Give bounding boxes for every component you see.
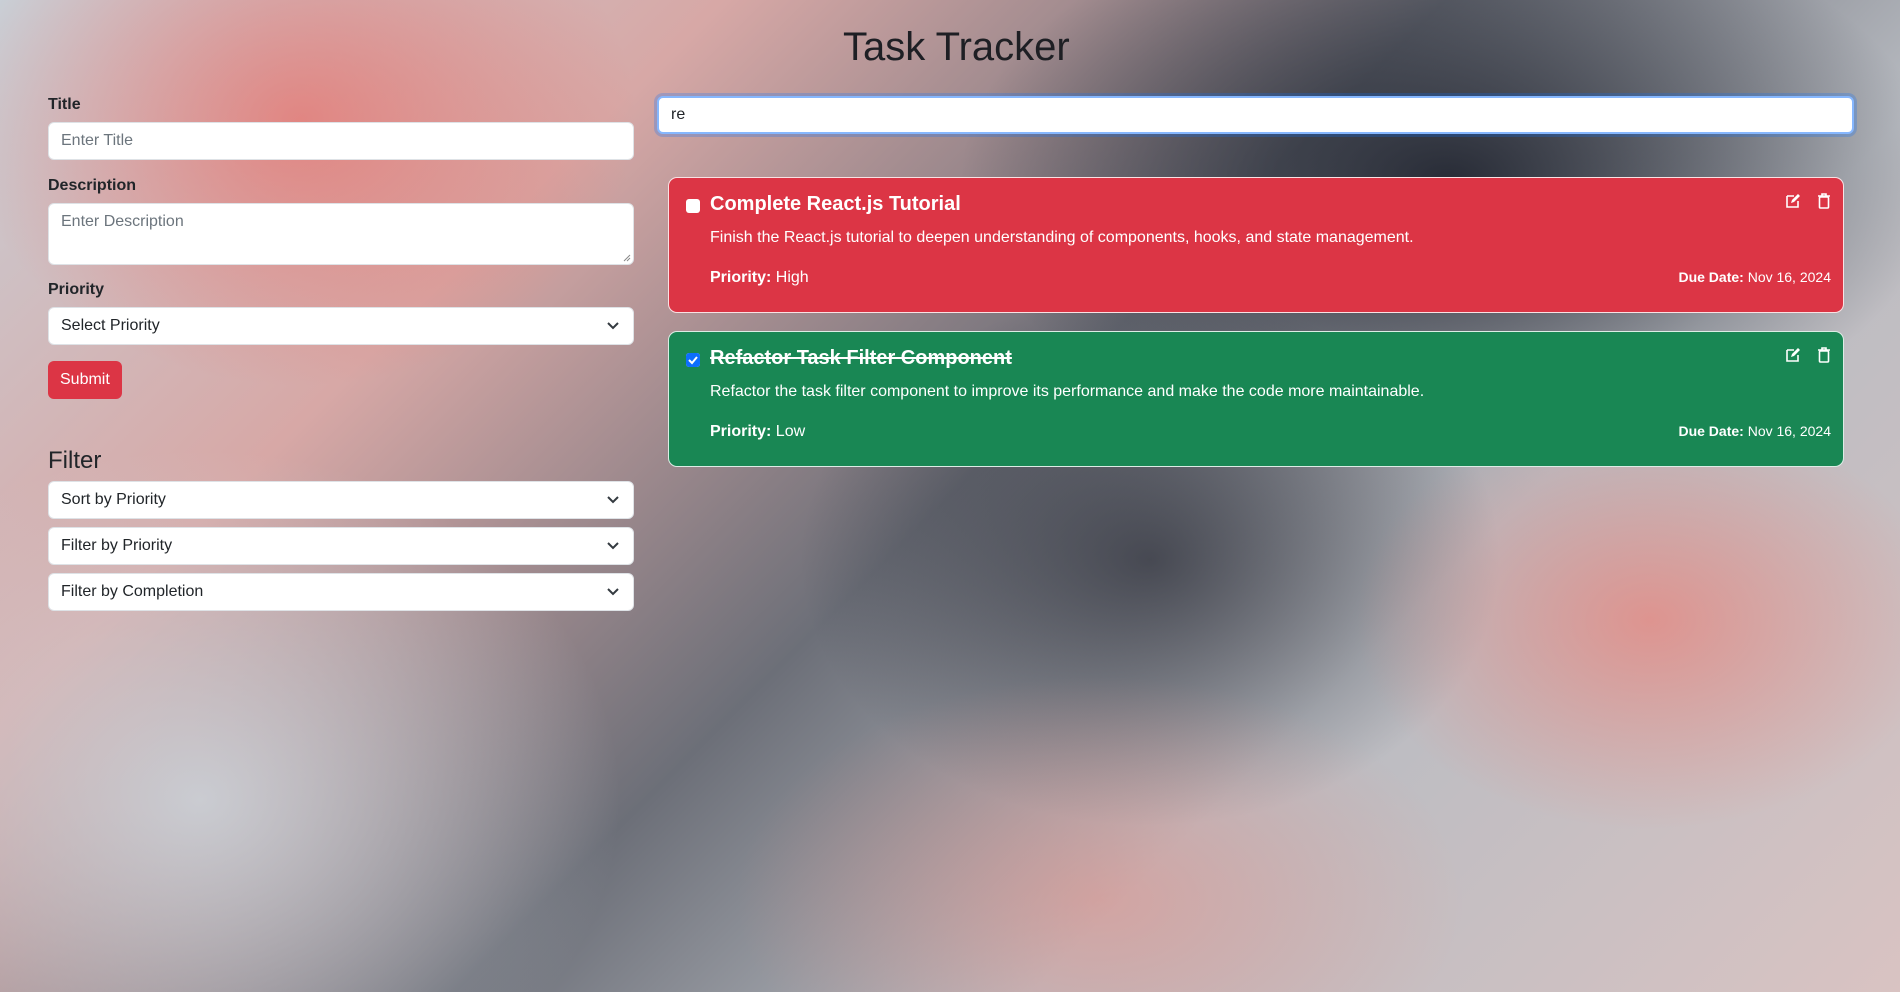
task-title: Refactor Task Filter Component: [710, 347, 1012, 369]
trash-icon[interactable]: [1818, 347, 1830, 363]
resize-handle-icon[interactable]: [623, 254, 631, 262]
priority-key: Priority:: [710, 423, 772, 440]
trash-icon[interactable]: [1818, 193, 1830, 209]
task-due-date: Due Date: Nov 16, 2024: [1678, 269, 1831, 285]
page: Task Tracker Title Enter Title Descripti…: [0, 0, 1900, 992]
due-key: Due Date:: [1678, 269, 1744, 285]
task-card: Complete React.js Tutorial Finish the Re…: [668, 177, 1844, 313]
edit-icon[interactable]: [1785, 347, 1801, 363]
title-label: Title: [48, 96, 81, 113]
checkmark-icon: [686, 353, 700, 367]
chevron-down-icon: [607, 588, 619, 596]
due-value: Nov 16, 2024: [1747, 423, 1831, 439]
task-complete-checkbox[interactable]: [686, 199, 700, 213]
priority-label: Priority: [48, 281, 105, 298]
search-value: re: [671, 106, 686, 123]
title-input[interactable]: Enter Title: [48, 122, 634, 160]
description-placeholder: Enter Description: [61, 213, 184, 230]
task-priority: Priority: Low: [710, 423, 805, 441]
task-due-date: Due Date: Nov 16, 2024: [1678, 423, 1831, 439]
sort-select-value: Sort by Priority: [61, 491, 166, 508]
description-input[interactable]: Enter Description: [48, 203, 634, 265]
description-label: Description: [48, 177, 137, 194]
sort-select[interactable]: Sort by Priority: [48, 481, 634, 519]
task-description: Refactor the task filter component to im…: [710, 383, 1425, 400]
chevron-down-icon: [607, 496, 619, 504]
task-card: Refactor Task Filter Component Refactor …: [668, 331, 1844, 467]
due-key: Due Date:: [1678, 423, 1744, 439]
due-value: Nov 16, 2024: [1747, 269, 1831, 285]
edit-icon[interactable]: [1785, 193, 1801, 209]
task-form: Title Enter Title Description Enter Desc…: [48, 96, 634, 611]
priority-filter-select[interactable]: Filter by Priority: [48, 527, 634, 565]
task-priority: Priority: High: [710, 269, 809, 287]
priority-filter-value: Filter by Priority: [61, 537, 173, 554]
priority-select[interactable]: Select Priority: [48, 307, 634, 345]
priority-key: Priority:: [710, 269, 772, 286]
completion-filter-select[interactable]: Filter by Completion: [48, 573, 634, 611]
filter-section: Filter Sort by Priority Filter by Priori…: [48, 447, 634, 611]
page-title: Task Tracker: [843, 25, 1070, 69]
submit-button[interactable]: Submit: [48, 361, 122, 399]
task-title: Complete React.js Tutorial: [710, 193, 961, 215]
priority-value: High: [775, 269, 809, 286]
chevron-down-icon: [607, 542, 619, 550]
filter-heading: Filter: [48, 447, 102, 474]
chevron-down-icon: [607, 322, 619, 330]
priority-value: Low: [775, 423, 806, 440]
completion-filter-value: Filter by Completion: [61, 583, 204, 600]
task-complete-checkbox[interactable]: [686, 353, 700, 367]
priority-select-value: Select Priority: [61, 317, 160, 334]
search-input[interactable]: re: [657, 96, 1854, 134]
task-description: Finish the React.js tutorial to deepen u…: [710, 229, 1414, 246]
